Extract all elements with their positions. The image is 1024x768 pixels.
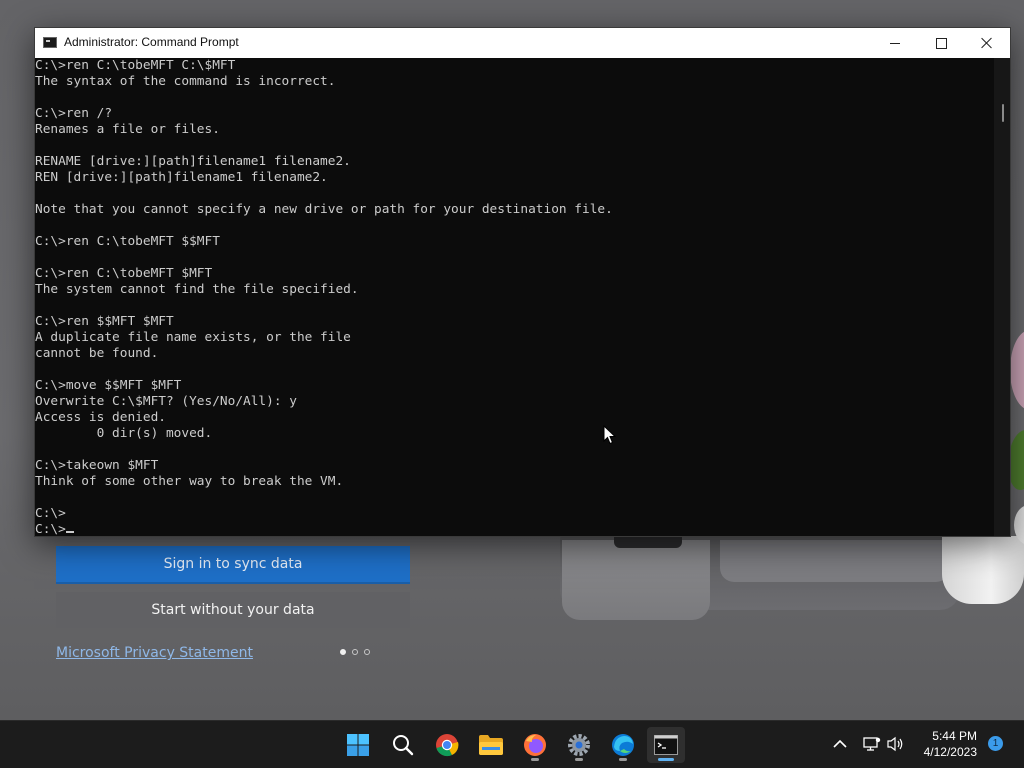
minimize-icon	[890, 42, 900, 44]
edge-button[interactable]	[604, 727, 642, 763]
chrome-icon	[436, 734, 459, 757]
firefox-button[interactable]	[516, 727, 554, 763]
title-bar[interactable]: Administrator: Command Prompt	[35, 28, 1010, 58]
console-line: C:\>	[35, 506, 66, 521]
clock-date: 4/12/2023	[923, 745, 977, 759]
console-line: C:\>ren $$MFT $MFT	[35, 314, 174, 329]
window-title: Administrator: Command Prompt	[64, 35, 239, 49]
command-prompt-window: Administrator: Command Prompt C:\>ren C:…	[34, 27, 1011, 537]
privacy-statement-link[interactable]: Microsoft Privacy Statement	[56, 645, 253, 661]
network-icon	[863, 737, 881, 751]
running-indicator	[531, 758, 539, 761]
clock-time: 5:44 PM	[932, 729, 977, 743]
console-line: Overwrite C:\$MFT? (Yes/No/All): y	[35, 394, 297, 409]
maximize-icon	[935, 37, 947, 49]
console-line: RENAME [drive:][path]filename1 filename2…	[35, 154, 351, 169]
running-indicator	[619, 758, 627, 761]
console-line: 0 dir(s) moved.	[35, 426, 213, 441]
console-line: C:\>takeown $MFT	[35, 458, 159, 473]
background-illustration-slab	[720, 540, 950, 582]
volume-icon	[887, 736, 903, 752]
start-button[interactable]	[339, 727, 377, 763]
carousel-dots	[340, 649, 370, 659]
clock[interactable]: 5:44 PM 4/12/2023	[924, 728, 977, 760]
console-line: A duplicate file name exists, or the fil…	[35, 330, 351, 345]
terminal-icon	[654, 735, 678, 755]
console-line: Access is denied.	[35, 410, 166, 425]
settings-button[interactable]	[560, 727, 598, 763]
console-line: The syntax of the command is incorrect.	[35, 74, 336, 89]
close-icon	[981, 37, 993, 49]
carousel-dot[interactable]	[352, 649, 358, 655]
text-cursor	[65, 531, 74, 533]
maximize-button[interactable]	[918, 28, 964, 58]
show-hidden-icons-button[interactable]	[830, 734, 850, 754]
carousel-dot[interactable]	[364, 649, 370, 655]
volume-button[interactable]	[886, 734, 906, 754]
file-explorer-icon	[479, 735, 503, 755]
chevron-up-icon	[833, 739, 847, 748]
background-illustration-flower	[1010, 330, 1024, 410]
console-icon[interactable]	[43, 37, 57, 48]
console-line: The system cannot find the file specifie…	[35, 282, 359, 297]
carousel-dot[interactable]	[340, 649, 346, 655]
close-button[interactable]	[964, 28, 1010, 58]
minimize-button[interactable]	[872, 28, 918, 58]
console-line: C:\>	[35, 522, 995, 536]
background-illustration-device	[562, 540, 710, 620]
background-illustration-device-top	[614, 536, 682, 548]
settings-icon	[568, 734, 590, 756]
console-line: Note that you cannot specify a new drive…	[35, 202, 613, 217]
sign-in-sync-button[interactable]: Sign in to sync data	[56, 546, 410, 584]
active-indicator	[658, 758, 674, 761]
console-line: C:\>move $$MFT $MFT	[35, 378, 182, 393]
scroll-thumb[interactable]	[1002, 104, 1004, 122]
chrome-button[interactable]	[428, 727, 466, 763]
search-icon	[393, 735, 414, 756]
console-line: C:\>ren C:\tobeMFT $MFT	[35, 266, 213, 281]
start-without-data-button[interactable]: Start without your data	[56, 592, 410, 628]
console-output[interactable]: C:\>ren C:\tobeMFT C:\$MFT The syntax of …	[35, 58, 995, 536]
terminal-button[interactable]	[647, 727, 685, 763]
console-line: Renames a file or files.	[35, 122, 220, 137]
firefox-icon	[524, 734, 546, 756]
edge-icon	[612, 734, 634, 756]
console-line: REN [drive:][path]filename1 filename2.	[35, 170, 328, 185]
mouse-pointer-icon	[603, 425, 617, 445]
start-icon	[347, 734, 369, 756]
console-line: cannot be found.	[35, 346, 159, 361]
running-indicator	[575, 758, 583, 761]
background-illustration-pot	[942, 536, 1024, 604]
network-button[interactable]	[862, 734, 882, 754]
notification-badge[interactable]: 1	[988, 736, 1003, 751]
vertical-scrollbar[interactable]	[994, 58, 1010, 536]
console-line: C:\>ren C:\tobeMFT C:\$MFT	[35, 58, 236, 73]
console-line: C:\>ren C:\tobeMFT $$MFT	[35, 234, 220, 249]
console-line: C:\>ren /?	[35, 106, 113, 121]
search-button[interactable]	[384, 727, 422, 763]
file-explorer-button[interactable]	[472, 727, 510, 763]
console-line: Think of some other way to break the VM.	[35, 474, 344, 489]
